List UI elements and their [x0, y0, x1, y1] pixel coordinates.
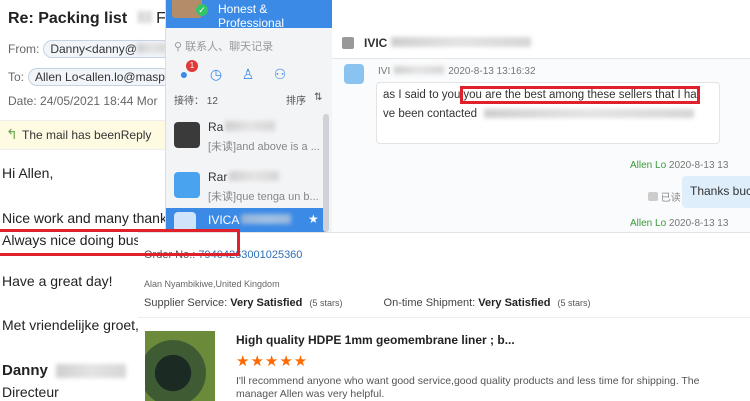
sort-button[interactable]: 排序: [286, 92, 306, 107]
redacted-block: [136, 43, 167, 53]
message-meta: IVI 2020-8-13 13:16:32: [378, 66, 536, 77]
email-subject-text: Re: Packing list: [8, 10, 128, 27]
annotation-top: [0, 229, 240, 232]
sort-icon[interactable]: ⇅: [314, 92, 322, 103]
message-meta: Allen Lo 2020-8-13 13: [630, 218, 728, 229]
contact-name: Rar: [208, 170, 280, 184]
chat-window: ✓ Honest & Professional ⚲ 联系人、聊天记录 ● 1 ◷ …: [165, 0, 750, 232]
sidebar-scrollbar[interactable]: [323, 114, 329, 232]
read-icon: [648, 192, 658, 201]
contact-search[interactable]: ⚲ 联系人、聊天记录: [174, 38, 273, 54]
clock-icon[interactable]: ◷: [208, 66, 224, 82]
reception-count: 12: [206, 96, 218, 107]
message-time: 2020-8-13 13: [668, 160, 729, 171]
email-subject: Re: Packing list F: [8, 10, 166, 28]
email-line-1: Nice work and many thanks: [2, 210, 174, 226]
email-to-row: To: Allen Lo<allen.lo@masp: [8, 68, 172, 86]
sender-name: Allen Lo: [630, 218, 667, 229]
message-text: Thanks buc: [690, 184, 750, 198]
read-status: 已读: [648, 189, 681, 204]
read-status-text: 已读: [660, 193, 681, 204]
shipment-stars: (5 stars): [557, 298, 591, 308]
contact-avatar: [174, 172, 200, 198]
sender-name: Allen Lo: [630, 160, 667, 171]
contact-item[interactable]: Ra [未读]and above is a ...: [166, 114, 326, 164]
product-title[interactable]: High quality HDPE 1mm geomembrane liner …: [236, 333, 515, 347]
annotation-right: [237, 229, 240, 256]
message-text: ve been contacted: [383, 108, 477, 120]
chat-bubble-icon[interactable]: ● 1: [176, 60, 198, 82]
outgoing-message: Thanks buc: [682, 176, 750, 208]
message-time: 2020-8-13 13: [668, 218, 729, 229]
contact-sidebar: ⚲ 联系人、聊天记录 ● 1 ◷ ♙ ⚇ 接待： 12 排序 ⇅ Ra [未读]a…: [166, 28, 333, 232]
to-chip[interactable]: Allen Lo<allen.lo@masp: [28, 68, 172, 86]
online-check-icon: ✓: [196, 4, 208, 16]
sender-name: IVI: [378, 66, 391, 77]
email-greeting: Hi Allen,: [2, 165, 54, 181]
to-label: To:: [8, 70, 25, 84]
contact-name: IVICA: [208, 213, 292, 227]
contact-preview: [未读]que tenga un b...: [208, 191, 319, 203]
incoming-message: as I said to you you are the best among t…: [376, 82, 720, 144]
to-value: Allen Lo<allen.lo@masp: [35, 70, 165, 84]
email-from-row: From: Danny<danny@: [8, 40, 174, 58]
product-thumbnail[interactable]: [145, 331, 215, 401]
redacted-block: [137, 11, 152, 23]
sender-avatar: [344, 64, 364, 84]
reply-arrow-icon: ↰: [6, 126, 18, 142]
conversation-header: IVIC: [332, 28, 750, 59]
contact-name: Ra: [208, 120, 276, 134]
person-icon[interactable]: ♙: [240, 66, 256, 82]
redacted-block: [56, 364, 127, 379]
sort-bar: 接待： 12 排序 ⇅: [174, 92, 324, 107]
search-input[interactable]: 联系人、聊天记录: [185, 41, 273, 53]
chat-top-bar: ✓ Honest & Professional: [166, 0, 332, 30]
conversation-title: IVIC: [364, 36, 532, 50]
buyer-info: Alan Nyambikiwe,United Kingdom: [144, 279, 280, 289]
from-chip[interactable]: Danny<danny@: [43, 40, 174, 58]
contact-preview: [未读]and above is a ...: [208, 141, 320, 153]
conversation-pane: IVIC IVI 2020-8-13 13:16:32 as I said to …: [332, 28, 750, 232]
from-label: From:: [8, 42, 40, 56]
message-line-2: ve been contacted: [383, 108, 695, 120]
supplier-service-stars: (5 stars): [309, 298, 343, 308]
email-line-3: Have a great day!: [2, 273, 113, 289]
contact-avatar: [174, 122, 200, 148]
contact-icon: [342, 37, 354, 49]
chat-slogan: Honest & Professional: [218, 2, 285, 30]
shipment-value: Very Satisfied: [478, 297, 551, 309]
contact-item[interactable]: Rar [未读]que tenga un b...: [166, 164, 326, 214]
shipment-label: On-time Shipment:: [383, 297, 476, 309]
message-meta: Allen Lo 2020-8-13 13: [630, 160, 728, 171]
reception-label: 接待：: [174, 96, 204, 107]
reply-notice-bar: ↰ The mail has beenReply: [0, 120, 165, 150]
review-panel: Order No.: 79404263001025360 Alan Nyambi…: [138, 232, 750, 401]
signature-name-text: Danny: [2, 362, 48, 379]
rating-stars-icon: ★★★★★: [236, 353, 309, 370]
supplier-service-label: Supplier Service:: [144, 297, 228, 309]
from-value: Danny<danny@: [50, 42, 137, 56]
review-text: I'll recommend anyone who want good serv…: [236, 375, 700, 400]
divider: [138, 317, 750, 318]
rating-summary: Supplier Service: Very Satisfied (5 star…: [144, 297, 591, 309]
reply-notice-text: The mail has beenReply: [22, 128, 152, 142]
signature-name: Danny: [2, 362, 127, 379]
email-date: Date: 24/05/2021 18:44 Mor: [8, 94, 158, 108]
email-line-4: Met vriendelijke groet,: [2, 317, 139, 333]
message-time: 2020-8-13 13:16:32: [448, 66, 536, 77]
supplier-service-value: Very Satisfied: [230, 297, 303, 309]
highlighted-text: you are the best among these sellers tha…: [460, 86, 700, 104]
group-icon[interactable]: ⚇: [272, 66, 288, 82]
signature-title: Directeur: [2, 384, 59, 400]
unread-badge: 1: [186, 60, 198, 72]
star-icon[interactable]: ★: [308, 212, 319, 226]
search-icon: ⚲: [174, 41, 183, 53]
message-line-1: as I said to you you are the best among t…: [383, 86, 700, 104]
annotation-bottom: [0, 253, 240, 256]
message-text: as I said to you: [383, 89, 461, 101]
